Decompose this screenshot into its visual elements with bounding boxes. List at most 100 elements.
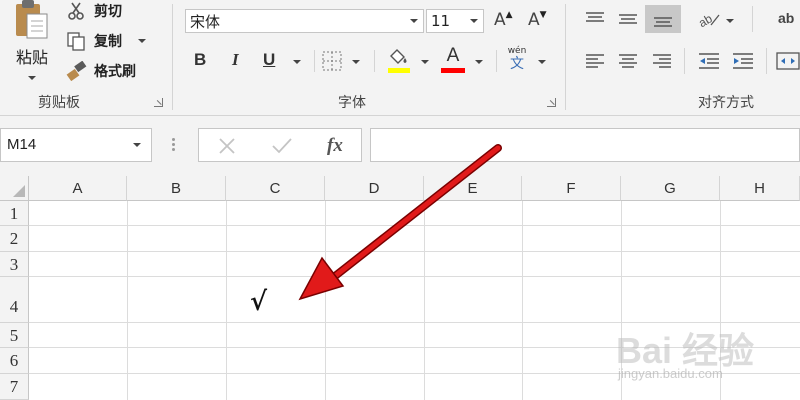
fill-color-bar (388, 68, 410, 73)
confirm-entry-icon[interactable] (271, 136, 293, 156)
grow-font-icon: A (494, 10, 506, 30)
align-left-icon[interactable] (584, 52, 606, 70)
grid-line (29, 251, 800, 252)
row-header-2[interactable]: 2 (0, 226, 29, 252)
insert-function-button[interactable]: fx (327, 135, 343, 157)
scissors-icon (68, 2, 84, 20)
grid-line (29, 373, 800, 374)
worksheet-grid[interactable]: A B C D E F G H 1 2 3 4 5 6 7 √ (0, 176, 800, 400)
font-name-value: 宋体 (190, 12, 221, 31)
paste-dropdown-icon[interactable] (28, 76, 36, 80)
column-header-h[interactable]: H (720, 176, 800, 201)
font-inner-separator-3 (496, 50, 497, 72)
grid-line (424, 201, 425, 400)
column-header-e[interactable]: E (424, 176, 522, 201)
cut-button[interactable]: 剪切 (66, 0, 122, 22)
select-all-button[interactable] (0, 176, 29, 201)
align-inner-separator (752, 6, 753, 32)
font-color-bar (441, 68, 465, 73)
font-inner-separator-2 (374, 50, 375, 72)
italic-button[interactable]: I (232, 50, 239, 70)
merge-center-icon[interactable] (776, 52, 800, 70)
column-header-c[interactable]: C (226, 176, 325, 201)
grid-line (29, 225, 800, 226)
grid-line (29, 347, 800, 348)
copy-dropdown-icon[interactable] (138, 39, 146, 43)
align-right-icon[interactable] (651, 52, 673, 70)
align-center-icon[interactable] (617, 52, 639, 70)
copy-label: 复制 (94, 34, 122, 50)
paste-button[interactable]: 粘贴 (4, 0, 60, 88)
name-box-dropdown-icon[interactable] (133, 143, 141, 147)
formula-buttons: fx (198, 128, 362, 162)
column-header-g[interactable]: G (621, 176, 720, 201)
grid-line (522, 201, 523, 400)
row-header-1[interactable]: 1 (0, 201, 29, 226)
row-header-7[interactable]: 7 (0, 374, 29, 400)
name-box-value: M14 (7, 136, 37, 153)
phonetic-top: wén (507, 46, 527, 56)
phonetic-dropdown-icon[interactable] (538, 60, 546, 64)
cancel-entry-icon[interactable] (217, 136, 237, 156)
borders-icon[interactable] (322, 51, 342, 71)
font-launcher-icon[interactable] (547, 98, 556, 107)
grow-font-caret-icon: ▲ (505, 10, 513, 20)
column-header-a[interactable]: A (29, 176, 127, 201)
top-align-icon[interactable] (584, 10, 606, 28)
decrease-indent-icon[interactable] (697, 52, 721, 70)
bottom-align-button[interactable] (645, 5, 681, 33)
phonetic-bottom: 文 (510, 56, 524, 72)
format-painter-label: 格式刷 (94, 64, 136, 80)
grid-line (29, 276, 800, 277)
bold-button[interactable]: B (194, 50, 206, 70)
cell-c4[interactable]: √ (226, 277, 325, 323)
increase-indent-icon[interactable] (731, 52, 755, 70)
grow-font-button[interactable]: A ▲ (494, 10, 513, 30)
format-painter-button[interactable]: 格式刷 (66, 60, 136, 82)
column-header-b[interactable]: B (127, 176, 226, 201)
fill-color-dropdown-icon[interactable] (421, 60, 429, 64)
grid-line (621, 201, 622, 400)
ribbon: 粘贴 剪切 复制 格式刷 剪贴板 宋体 11 A ▲ A ▼ B I U A w… (0, 0, 800, 116)
formula-input[interactable] (370, 128, 800, 162)
format-painter-icon (66, 61, 87, 81)
copy-button[interactable]: 复制 (66, 30, 146, 52)
phonetic-button[interactable]: wén 文 (504, 46, 530, 74)
underline-button[interactable]: U (263, 50, 275, 70)
row-header-3[interactable]: 3 (0, 252, 29, 277)
font-color-button[interactable]: A (440, 46, 466, 74)
align-inner-separator-3 (766, 48, 767, 74)
wrap-text-partial[interactable]: ab (778, 10, 794, 26)
clipboard-launcher-icon[interactable] (154, 98, 163, 107)
column-header-d[interactable]: D (325, 176, 424, 201)
borders-dropdown-icon[interactable] (352, 60, 360, 64)
copy-icon (67, 32, 85, 51)
font-name-combo[interactable]: 宋体 (185, 9, 424, 33)
formula-bar-grip-icon[interactable] (172, 138, 175, 152)
underline-dropdown-icon[interactable] (293, 60, 301, 64)
font-inner-separator (314, 50, 315, 72)
name-box[interactable]: M14 (0, 128, 152, 162)
bottom-align-icon (654, 17, 672, 27)
orientation-dropdown-icon[interactable] (726, 19, 734, 23)
font-color-dropdown-icon[interactable] (475, 60, 483, 64)
middle-align-icon[interactable] (617, 10, 639, 28)
alignment-group-label: 对齐方式 (698, 95, 754, 111)
fill-color-button[interactable] (386, 48, 412, 74)
column-header-f[interactable]: F (522, 176, 621, 201)
clipboard-group-label: 剪贴板 (38, 95, 80, 111)
grid-line (127, 201, 128, 400)
paste-icon (16, 0, 48, 39)
font-name-dropdown-icon[interactable] (410, 19, 418, 23)
font-size-combo[interactable]: 11 (426, 9, 484, 33)
row-header-5[interactable]: 5 (0, 323, 29, 348)
font-size-dropdown-icon[interactable] (470, 19, 478, 23)
font-size-value: 11 (431, 12, 451, 30)
row-header-6[interactable]: 6 (0, 348, 29, 374)
orientation-icon[interactable]: ab (697, 9, 721, 29)
row-header-4[interactable]: 4 (0, 277, 29, 323)
grid-line (720, 201, 721, 400)
group-separator-2 (565, 4, 566, 110)
cut-label: 剪切 (94, 4, 122, 20)
shrink-font-button[interactable]: A ▼ (528, 10, 547, 30)
